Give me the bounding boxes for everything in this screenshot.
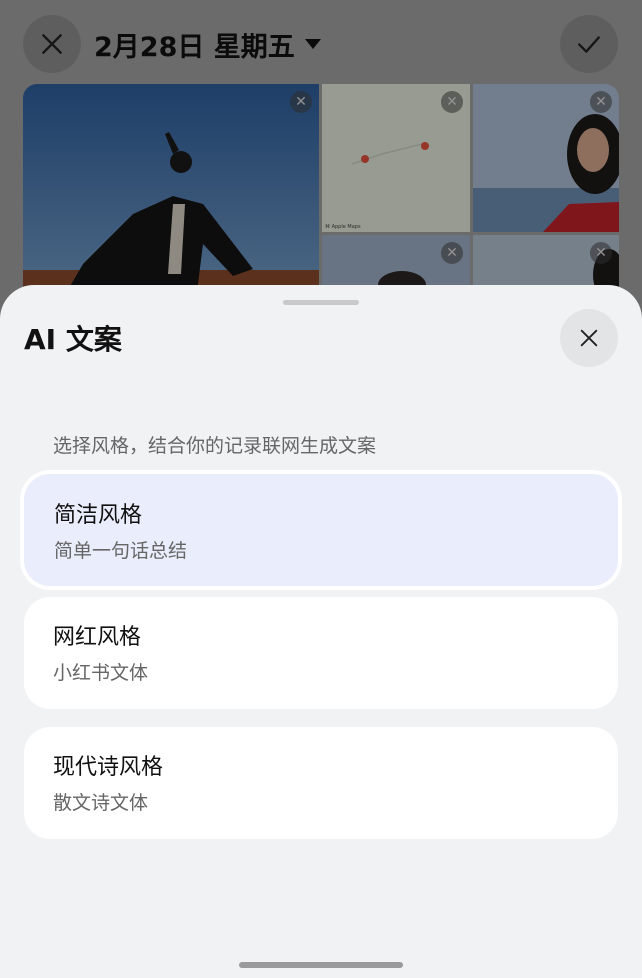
option-desc: 散文诗文体 [53,792,149,814]
sheet-close-button[interactable] [560,309,618,367]
option-title: 现代诗风格 [53,755,164,780]
option-desc: 小红书文体 [53,662,149,684]
style-option-concise[interactable]: 简洁风格 简单一句话总结 [24,474,618,586]
style-option-influencer[interactable]: 网红风格 小红书文体 [24,597,618,709]
style-option-modern-poetry[interactable]: 现代诗风格 散文诗文体 [24,727,618,839]
close-icon [580,329,598,347]
home-indicator[interactable] [239,962,403,968]
sheet-grabber[interactable] [283,300,359,305]
option-desc: 简单一句话总结 [54,540,188,562]
option-title: 网红风格 [53,625,142,650]
sheet-title: AI 文案 [24,323,122,356]
sheet-subtitle: 选择风格，结合你的记录联网生成文案 [53,435,377,457]
option-title: 简洁风格 [54,503,143,528]
ai-copy-sheet: AI 文案 选择风格，结合你的记录联网生成文案 简洁风格 简单一句话总结 网红风… [0,285,642,978]
